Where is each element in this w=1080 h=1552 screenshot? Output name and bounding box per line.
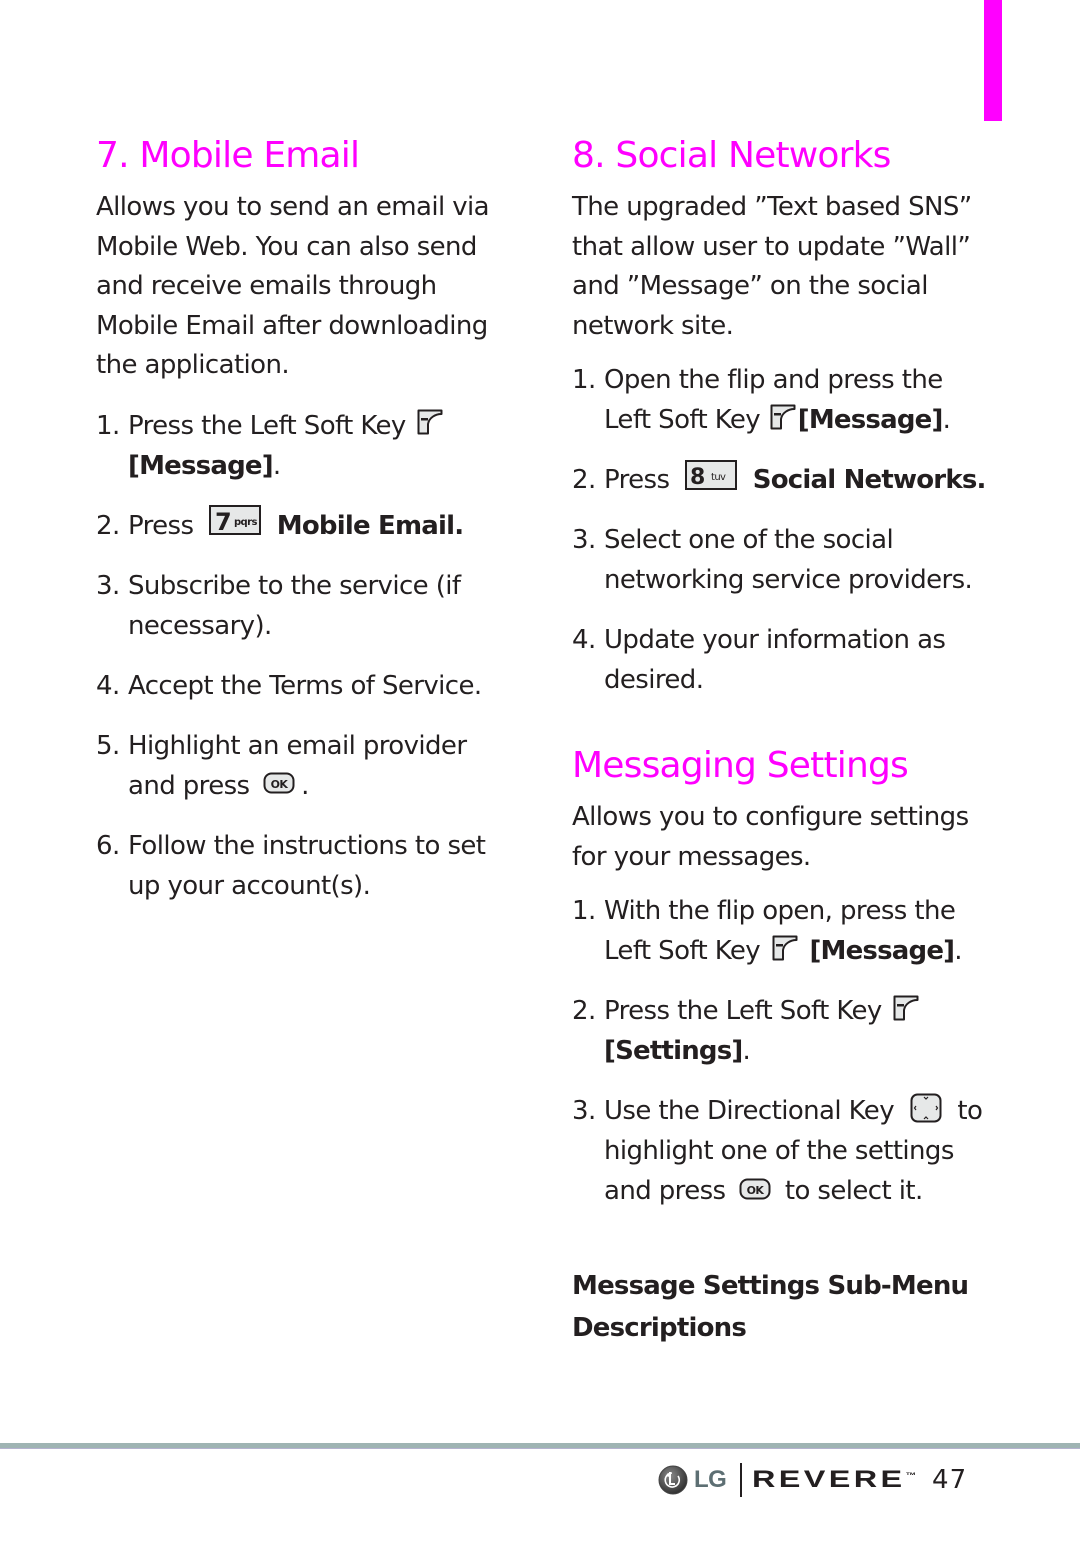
- step-item: 4. Accept the Terms of Service.: [96, 666, 516, 706]
- steps-list: 1. With the flip open, press the Left So…: [572, 891, 992, 1211]
- step-item: 2. Press 7 pqrs Mobile Email.: [96, 505, 516, 546]
- svg-text:tuv: tuv: [711, 472, 726, 483]
- svg-text:7: 7: [215, 508, 231, 535]
- step-item: 5. Highlight an email provider and press…: [96, 726, 516, 806]
- step-item: 1. With the flip open, press the Left So…: [572, 891, 992, 971]
- step-item: 2. Press 8 tuv Social Networks.: [572, 459, 992, 500]
- step-number: 4.: [96, 670, 120, 701]
- menu-label: [Message]: [128, 450, 274, 481]
- step-number: 6.: [96, 830, 120, 861]
- step-number: 1.: [96, 410, 120, 441]
- footer-divider: [740, 1463, 743, 1497]
- step-text: to select it.: [784, 1176, 923, 1206]
- steps-list: 1. Open the flip and press the Left Soft…: [572, 360, 992, 700]
- product-name-text: REVERE: [752, 1466, 906, 1493]
- step-number: 3.: [572, 525, 596, 555]
- footer-rule: [0, 1443, 1080, 1449]
- steps-list: 1. Press the Left Soft Key [Message]. 2.…: [96, 406, 516, 906]
- section-intro: Allows you to configure settings for you…: [572, 802, 969, 872]
- step-text: Update your information as desired.: [604, 625, 946, 695]
- step-text: Press: [128, 510, 194, 541]
- step-text: Press the Left Soft Key: [128, 410, 406, 441]
- step-item: 4. Update your information as desired.: [572, 620, 992, 700]
- step-number: 4.: [572, 625, 596, 655]
- punctuation: .: [742, 1036, 751, 1066]
- step-text: Highlight an email provider and press: [128, 730, 467, 801]
- left-soft-key-icon: [893, 995, 919, 1021]
- mobile-email-section: 7. Mobile Email Allows you to send an em…: [96, 132, 516, 906]
- step-number: 2.: [572, 465, 596, 495]
- step-text: Select one of the social networking serv…: [604, 525, 973, 595]
- menu-label: [Settings]: [604, 1036, 743, 1066]
- messaging-settings-section: Messaging Settings Allows you to configu…: [572, 742, 992, 1349]
- ok-key-icon: OK: [739, 1178, 771, 1200]
- lg-logo-icon: [658, 1465, 688, 1495]
- step-text: Press: [604, 465, 670, 495]
- punctuation: .: [942, 405, 951, 435]
- menu-label: Mobile Email.: [276, 510, 464, 541]
- svg-text:OK: OK: [747, 1184, 765, 1197]
- key-7-pqrs-icon: 7 pqrs: [209, 505, 262, 535]
- left-soft-key-icon: [772, 935, 798, 961]
- step-text: Use the Directional Key: [604, 1096, 895, 1126]
- step-number: 3.: [572, 1096, 596, 1126]
- step-item: 2. Press the Left Soft Key [Settings].: [572, 991, 992, 1071]
- section-title: 7. Mobile Email: [96, 135, 360, 176]
- directional-key-icon: [910, 1093, 942, 1123]
- ok-key-icon: OK: [263, 772, 295, 794]
- step-item: 3. Use the Directional Key to highlight …: [572, 1091, 992, 1211]
- svg-text:pqrs: pqrs: [234, 517, 257, 528]
- step-text: Follow the instructions to set up your a…: [128, 830, 486, 901]
- social-networks-section: 8. Social Networks The upgraded ”Text ba…: [572, 132, 992, 1349]
- section-title: 8. Social Networks: [572, 135, 891, 176]
- step-text: Accept the Terms of Service.: [128, 670, 482, 701]
- step-number: 2.: [572, 996, 596, 1026]
- left-soft-key-icon: [770, 404, 796, 430]
- svg-text:8: 8: [690, 465, 705, 490]
- step-text: Press the Left Soft Key: [604, 996, 882, 1026]
- step-number: 2.: [96, 510, 120, 541]
- menu-label: [Message]: [809, 936, 955, 966]
- brand-name: LG: [694, 1466, 727, 1493]
- section-intro: The upgraded ”Text based SNS” that allow…: [572, 192, 972, 341]
- menu-label: Social Networks.: [752, 465, 987, 495]
- step-item: 1. Open the flip and press the Left Soft…: [572, 360, 992, 440]
- product-name: REVERE™: [752, 1466, 916, 1494]
- step-number: 5.: [96, 730, 120, 761]
- page-number: 47: [932, 1465, 968, 1495]
- step-number: 1.: [572, 896, 596, 926]
- page-footer: LG REVERE™ 47: [658, 1462, 967, 1498]
- punctuation: .: [301, 770, 309, 801]
- chapter-tab-marker: [984, 0, 1002, 121]
- svg-text:OK: OK: [271, 778, 289, 791]
- step-number: 1.: [572, 365, 596, 395]
- key-8-tuv-icon: 8 tuv: [685, 459, 738, 490]
- punctuation: .: [272, 450, 281, 481]
- menu-label: [Message]: [797, 405, 944, 435]
- step-text: Subscribe to the service (if necessary).: [128, 570, 461, 641]
- left-soft-key-icon: [417, 409, 443, 435]
- step-item: 3. Subscribe to the service (if necessar…: [96, 566, 516, 646]
- step-item: 1. Press the Left Soft Key [Message].: [96, 406, 516, 486]
- step-number: 3.: [96, 570, 120, 601]
- step-item: 3. Select one of the social networking s…: [572, 520, 992, 600]
- section-title: Messaging Settings: [572, 745, 909, 786]
- step-item: 6. Follow the instructions to set up you…: [96, 826, 516, 906]
- section-intro: Allows you to send an email via Mobile W…: [96, 192, 490, 380]
- punctuation: .: [954, 936, 962, 966]
- submenu-descriptions-heading: Message Settings Sub-Menu Descriptions: [572, 1271, 969, 1343]
- trademark-symbol: ™: [905, 1471, 917, 1480]
